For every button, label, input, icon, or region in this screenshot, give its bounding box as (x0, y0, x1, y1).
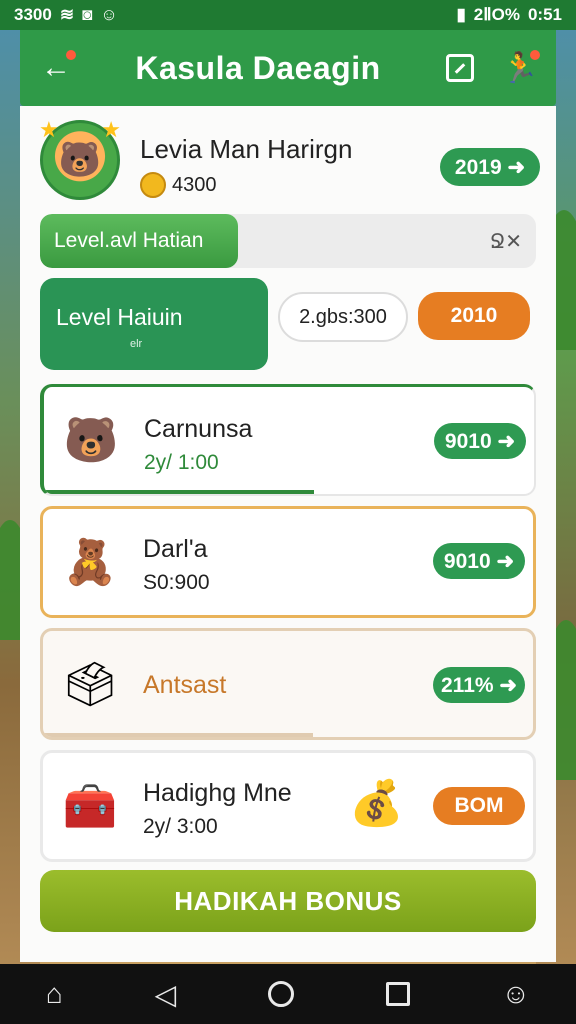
red-bear-icon: 🧸 (62, 538, 118, 587)
person-icon[interactable]: 🏃 (501, 50, 540, 86)
card-action-button[interactable]: 9010 ➜ (433, 543, 525, 579)
smiley-icon: ☺ (100, 5, 118, 24)
progress-label: Level.avl Hatian (54, 229, 204, 252)
star-icon: ★ (39, 117, 59, 142)
profile-coins: 4300 (140, 172, 217, 198)
edit-square-icon[interactable] (442, 50, 478, 86)
bonus-button[interactable]: HADIKAH BONUS (40, 870, 536, 932)
star-icon: ★ (101, 117, 121, 142)
profile-action-button[interactable]: 2019 ➜ (440, 148, 540, 186)
status-left-text: 3300 (14, 5, 52, 24)
card-progress-bar (43, 733, 313, 737)
progress-close-icon[interactable]: Ջ✕ (490, 229, 522, 254)
card-action-button[interactable]: BOM (433, 787, 525, 825)
card-sub: 2y/ 3:00 (143, 815, 218, 838)
assistant-icon[interactable]: ☺ (501, 978, 530, 1010)
bear-icon: 🐻 (63, 416, 119, 465)
battery-text: 2ⅡO% (473, 5, 520, 24)
bear-face-icon: 🐻 (58, 141, 102, 179)
main-panel: ★ ★ 🐻 Levia Man Harirgn 4300 2019 ➜ Leve… (20, 106, 556, 962)
card-sub: S0:900 (143, 571, 210, 594)
list-item[interactable]: 🗳 Antsast 211% ➜ (40, 628, 536, 740)
avatar[interactable]: ★ ★ 🐻 (39, 117, 121, 200)
card-title: Antsast (143, 671, 227, 699)
coin-count: 4300 (172, 173, 217, 196)
level-chip[interactable]: 2.gbs:300 (278, 292, 408, 342)
list-item[interactable]: 🐻 Carnunsa 2y/ 1:00 9010 ➜ (40, 384, 536, 496)
system-nav-bar: ⌂ ◁ ☺ (0, 964, 576, 1024)
level-title: Level Haiuin (56, 304, 183, 330)
home-circle-icon[interactable] (267, 981, 294, 1007)
card-title: Carnunsa (144, 415, 253, 443)
card-action-button[interactable]: 211% ➜ (433, 667, 525, 703)
signal-icon: ▮ (456, 5, 466, 24)
gift-box-icon: 🗳 (62, 660, 118, 709)
notification-dot (530, 50, 540, 60)
level-progress-bar: Level.avl Hatian Ջ✕ (40, 214, 536, 268)
list-item[interactable]: 🧸 Darl'a S0:900 9010 ➜ (40, 506, 536, 618)
card-title: Darl'a (143, 535, 208, 563)
level-box[interactable]: Level Haiuin elr (40, 278, 268, 370)
back-triangle-icon[interactable]: ◁ (155, 978, 177, 1011)
treasure-chest-icon: 🧰 (62, 782, 118, 831)
back-arrow-icon[interactable]: ← (38, 50, 76, 86)
notification-dot (66, 50, 76, 60)
level-orange-button[interactable]: 2010 (418, 292, 530, 340)
list-item[interactable]: 🧰 Hadighg Mne 2y/ 3:00 💰 BOM (40, 750, 536, 862)
treasure-icon: 💰 (349, 779, 404, 828)
card-title: Hadighg Mne (143, 779, 292, 807)
clock-text: 0:51 (527, 5, 562, 24)
card-sub: 2y/ 1:00 (144, 451, 219, 474)
profile-name: Levia Man Harirgn (140, 134, 353, 164)
home-icon[interactable]: ⌂ (46, 978, 63, 1010)
wifi-icon: ≋ (59, 5, 75, 24)
level-sub: elr (130, 338, 143, 350)
card-action-button[interactable]: 9010 ➜ (434, 423, 526, 459)
coin-icon (140, 172, 166, 198)
page-title: Kasula Daeagin (135, 49, 381, 86)
header-actions: 🏃 (442, 50, 540, 86)
status-bar: 3300 ≋ ◙ ☺ ▮ 2ⅡO% 0:51 (0, 0, 576, 30)
card-progress-bar (44, 490, 314, 494)
profile-section: ★ ★ 🐻 Levia Man Harirgn 4300 2019 ➜ (39, 117, 540, 208)
recents-square-icon[interactable] (385, 982, 410, 1006)
app-notification-icon: ◙ (82, 5, 93, 24)
app-header: ← Kasula Daeagin 🏃 (20, 30, 556, 106)
